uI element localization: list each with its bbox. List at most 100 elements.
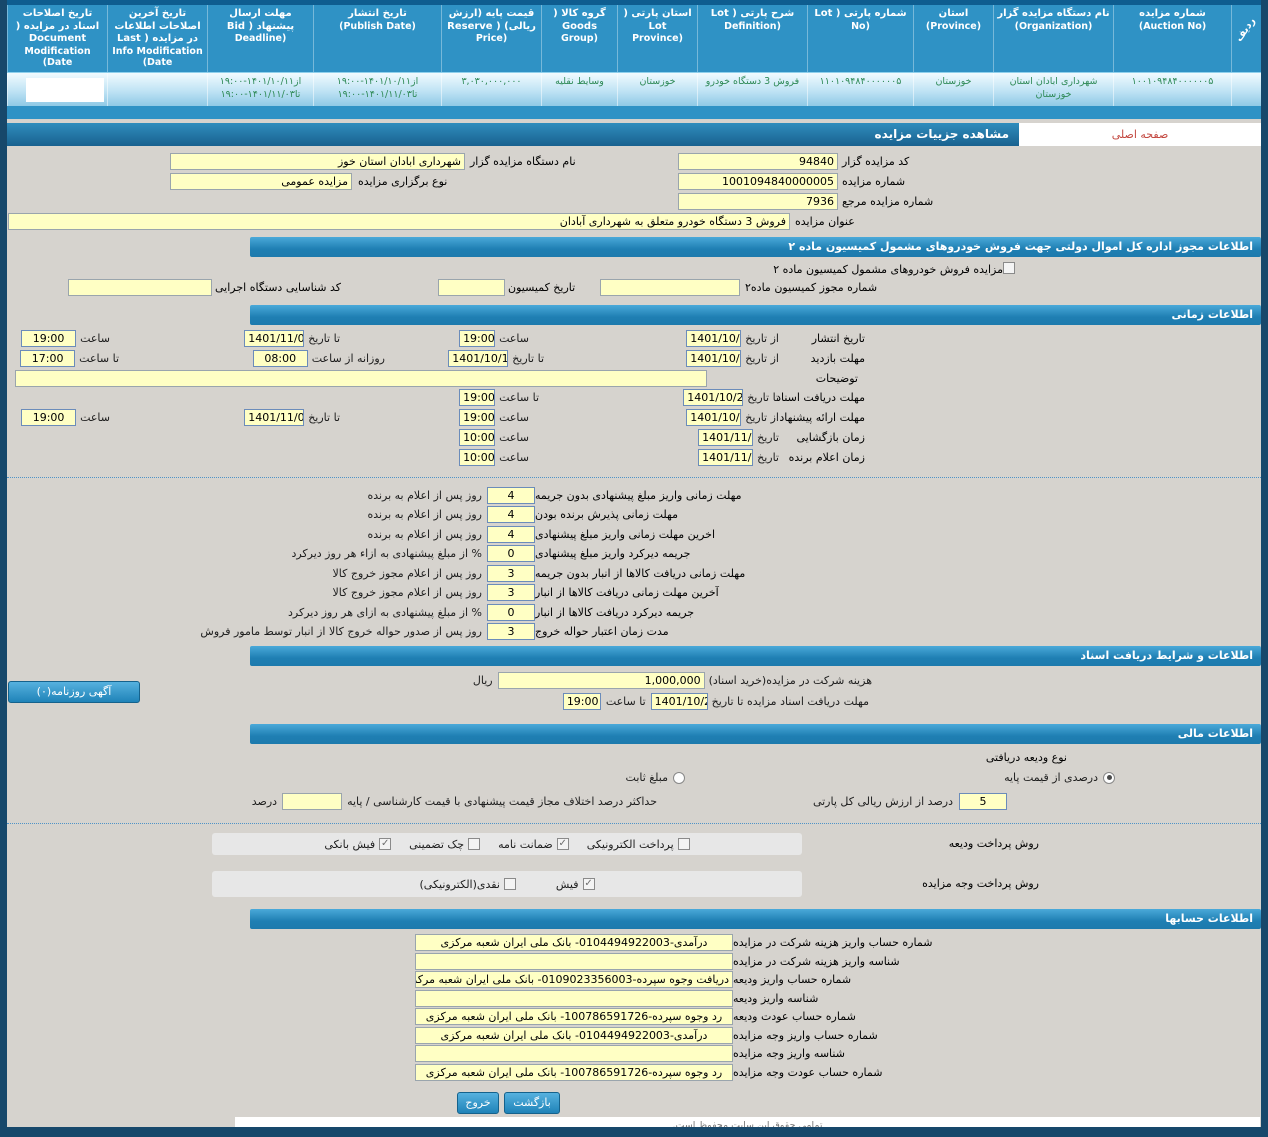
date-field[interactable]: 1401/10/11 <box>686 330 742 348</box>
auctioneer-code-field[interactable]: 94840 <box>678 153 838 171</box>
date-field[interactable]: 1401/11/05 <box>698 449 754 467</box>
table-row[interactable]: ۱۰۰۱۰۹۴۸۴۰۰۰۰۰۰۵ شهرداری ابادان استان خو… <box>7 72 1261 107</box>
col-last-info-modification: تاریخ آخرین اصلاحات اطلاعات در مزایده ( … <box>107 5 207 73</box>
col-rank: ردیف <box>1231 5 1261 73</box>
col-province: استان (Province) <box>913 5 993 73</box>
days-field[interactable]: 3 <box>487 623 535 640</box>
timing-row-offer: مهلت ارائه پیشنهاد از تاریخ1401/10/11 سا… <box>7 408 1261 428</box>
account-field[interactable]: دریافت وجوه سپرده-0109023356003- بانک مل… <box>415 971 733 989</box>
nav-row: صفحه اصلی مشاهده جزییات مزایده <box>7 123 1261 147</box>
date-field[interactable]: 1401/10/22 <box>683 389 744 407</box>
account-field[interactable] <box>415 952 733 970</box>
auction-type-label: نوع برگزاری مزایده <box>358 175 448 189</box>
general-section: کد مزایده گزار 94840 نام دستگاه مزایده گ… <box>7 152 1261 232</box>
timing-row-visit: مهلت بازدید از تاریخ1401/10/11 تا تاریخ1… <box>7 349 1261 369</box>
docs-section-bar: اطلاعات و شرایط دریافت اسناد <box>250 646 1261 667</box>
exec-id-label: کد شناسایی دستگاه اجرایی <box>215 281 342 295</box>
percent-field[interactable]: 0 <box>487 545 535 562</box>
days-field[interactable]: 4 <box>487 506 535 523</box>
penalty-row: آخرین مهلت زمانی دریافت کالاها از انبار 3… <box>332 584 719 601</box>
window-frame: ردیف شماره مزایده (Auction No) نام دستگاه… <box>0 0 1268 1137</box>
date-field[interactable]: 1401/10/19 <box>448 350 509 368</box>
slip-checkbox[interactable] <box>582 878 595 891</box>
deposit-payment-row: روش پرداخت ودیعه پرداخت الکترونیکی ضمانت… <box>7 831 1261 857</box>
doc-cost-label: هزینه شرکت در مزایده(خرید اسناد) <box>708 674 872 688</box>
account-field[interactable]: رد وجوه سپرده-100786591726- بانک ملی ایر… <box>415 1063 733 1081</box>
timing-row-opening: زمان بازگشایی تاریخ1401/11/04 ساعت10:00 <box>7 428 1261 448</box>
cell-auction-no: ۱۰۰۱۰۹۴۸۴۰۰۰۰۰۰۵ <box>1113 73 1231 107</box>
permit-section-bar: اطلاعات مجوز اداره کل اموال دولتی جهت فر… <box>250 237 1261 258</box>
back-button[interactable]: بازگشت <box>504 1092 560 1115</box>
days-field[interactable]: 3 <box>487 584 535 601</box>
account-field[interactable]: رد وجوه سپرده-100786591726- بانک ملی ایر… <box>415 1008 733 1026</box>
exec-id-field[interactable] <box>68 279 212 297</box>
exit-button[interactable]: خروج <box>457 1092 499 1115</box>
col-goods-group: گروه کالا ( Goods (Group <box>541 5 617 73</box>
ref-no-field[interactable]: 7936 <box>678 193 838 211</box>
date-field[interactable]: 1401/11/03 <box>244 409 305 427</box>
date-field[interactable]: 1401/11/04 <box>698 429 754 447</box>
maxdiff-field[interactable] <box>282 793 343 811</box>
home-link[interactable]: صفحه اصلی <box>1019 123 1261 147</box>
deposit-percent-field[interactable]: 5 <box>959 793 1007 811</box>
doc-deadline-time[interactable]: 19:00 <box>562 693 601 711</box>
fixed-amount-radio[interactable] <box>673 771 685 784</box>
days-field[interactable]: 4 <box>487 486 535 504</box>
bank-slip-checkbox[interactable] <box>379 838 392 851</box>
description-field[interactable] <box>15 370 707 388</box>
deposit-type-label: نوع ودیعه دریافتی <box>985 751 1067 765</box>
time-field[interactable]: 10:00 <box>459 429 496 447</box>
article2-checkbox-label: مزایده فروش خودروهای مشمول کمیسیون ماده … <box>773 263 1003 277</box>
days-field[interactable]: 4 <box>487 525 535 543</box>
organization-field[interactable]: شهرداری ابادان استان خوز <box>170 153 465 171</box>
electronic-payment-checkbox[interactable] <box>677 838 690 851</box>
time-field[interactable]: 19:00 <box>459 389 496 407</box>
auction-no-label: شماره مزایده <box>842 175 906 189</box>
date-field[interactable]: 1401/10/11 <box>686 409 742 427</box>
cash-electronic-checkbox[interactable] <box>503 878 516 891</box>
doc-cost-unit: ریال <box>472 674 493 688</box>
article2-checkbox[interactable] <box>1003 262 1015 275</box>
date-field[interactable]: 1401/10/11 <box>686 350 742 368</box>
time-field[interactable]: 08:00 <box>252 350 308 368</box>
penalty-row: جریمه دیرکرد دریافت کالاها از انبار 0% از… <box>288 603 695 621</box>
newspaper-ad-button[interactable]: آگهی روزنامه(۰) <box>8 681 140 704</box>
cell-document-modification <box>7 73 107 107</box>
col-organization: نام دستگاه مزایده گزار (Organization) <box>993 5 1113 73</box>
financial-section: نوع ودیعه دریافتی درصدی از قیمت پایه مبل… <box>7 748 1261 814</box>
time-field[interactable]: 19:00 <box>459 330 496 348</box>
penalty-row: مهلت زمانی پذیرش برنده بودن 4 روز پس از اع… <box>367 506 679 523</box>
deposit-payment-options: پرداخت الکترونیکی ضمانت نامه چک تضمینی ف… <box>212 833 802 856</box>
doc-deadline-label: مهلت دریافت اسناد مزایده تا تاریخ <box>711 695 869 709</box>
account-field[interactable] <box>415 1045 733 1063</box>
auction-no-field[interactable]: 1001094840000005 <box>678 173 838 191</box>
account-field[interactable] <box>415 989 733 1007</box>
doc-cost-field[interactable]: 1,000,000 <box>497 672 705 690</box>
account-field[interactable]: درآمدی-0104494922003- بانک ملی ایران شعب… <box>415 934 733 952</box>
accounts-section-bar: اطلاعات حسابها <box>250 909 1261 930</box>
timing-section: تاریخ انتشار از تاریخ1401/10/11 ساعت19:0… <box>7 329 1261 468</box>
time-field[interactable]: 19:00 <box>459 409 496 427</box>
auction-type-field[interactable]: مزایده عمومی <box>170 173 352 191</box>
timing-row-winner: زمان اعلام برنده تاریخ1401/11/05 ساعت10:… <box>7 448 1261 468</box>
doc-deadline-date[interactable]: 1401/10/22 <box>650 693 708 711</box>
commission-date-field[interactable] <box>438 279 505 297</box>
permit-no-field[interactable] <box>600 279 740 297</box>
certified-check-checkbox[interactable] <box>468 838 481 851</box>
account-field[interactable]: درآمدی-0104494922003- بانک ملی ایران شعب… <box>415 1026 733 1044</box>
time-field[interactable]: 10:00 <box>459 449 496 467</box>
organization-label: نام دستگاه مزایده گزار <box>470 155 576 169</box>
guarantee-checkbox[interactable] <box>556 838 569 851</box>
cell-bid-deadline: از۱۴۰۱/۱۰/۱۱-۱۹:۰۰ تا۱۴۰۱/۱۱/۰۳-۱۹:۰۰ <box>207 73 313 107</box>
results-table: ردیف شماره مزایده (Auction No) نام دستگاه… <box>7 0 1261 120</box>
date-field[interactable]: 1401/11/03 <box>244 330 305 348</box>
auction-title-field[interactable]: فروش 3 دستگاه خودرو متعلق به شهرداری آبا… <box>8 213 790 231</box>
time-field[interactable]: 19:00 <box>21 330 77 348</box>
percent-radio[interactable] <box>1103 771 1115 784</box>
days-field[interactable]: 3 <box>487 564 535 582</box>
time-field[interactable]: 17:00 <box>20 350 76 368</box>
percent-field[interactable]: 0 <box>487 603 535 621</box>
time-field[interactable]: 19:00 <box>21 409 77 427</box>
cell-last-info-modification <box>107 73 207 107</box>
permit-checkbox-row: مزایده فروش خودروهای مشمول کمیسیون ماده … <box>7 261 1261 278</box>
